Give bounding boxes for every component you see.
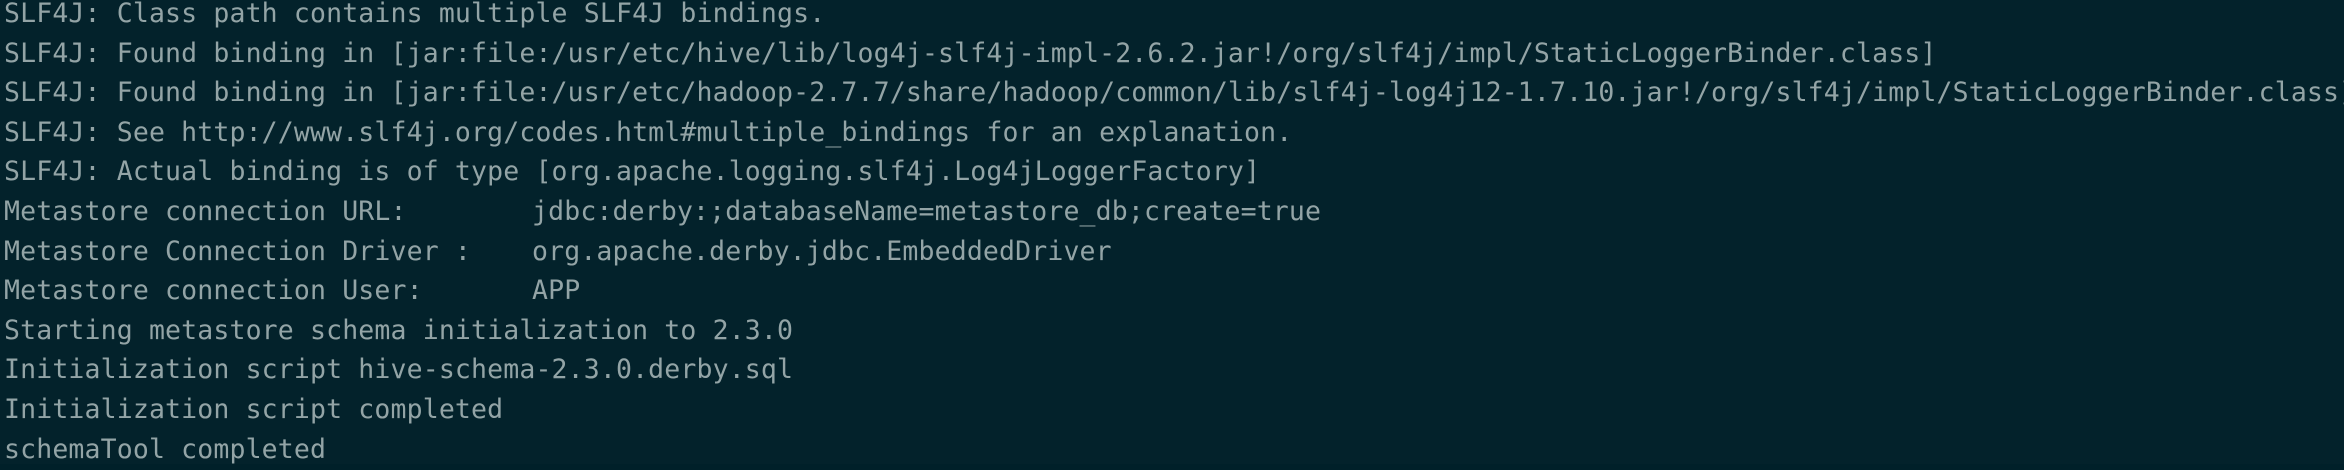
metastore-user-line: Metastore connection User: APP [4, 271, 2344, 311]
log-line-slf4j-binding-hadoop: SLF4J: Found binding in [jar:file:/usr/e… [4, 77, 2344, 109]
log-line-init-script: Initialization script hive-schema-2.3.0.… [4, 354, 794, 386]
log-line-schema-init-start: Starting metastore schema initialization… [4, 314, 794, 346]
log-line-slf4j-see-url: SLF4J: See http://www.slf4j.org/codes.ht… [4, 116, 1293, 148]
log-line-slf4j-multiple-bindings: SLF4J: Class path contains multiple SLF4… [4, 0, 826, 29]
metastore-driver-label: Metastore Connection Driver : [4, 235, 472, 267]
metastore-driver-line: Metastore Connection Driver : org.apache… [4, 232, 2344, 272]
log-line-slf4j-binding-hive: SLF4J: Found binding in [jar:file:/usr/e… [4, 37, 1937, 69]
metastore-user-value: APP [532, 275, 581, 307]
terminal-output[interactable]: SLF4J: Class path contains multiple SLF4… [0, 0, 2344, 465]
log-line-slf4j-actual-binding: SLF4J: Actual binding is of type [org.ap… [4, 156, 1261, 188]
metastore-url-value: jdbc:derby:;databaseName=metastore_db;cr… [532, 195, 1322, 227]
metastore-url-line: Metastore connection URL: jdbc:derby:;da… [4, 192, 2344, 232]
metastore-url-label: Metastore connection URL: [4, 195, 407, 227]
log-line-init-completed: Initialization script completed [4, 393, 504, 425]
metastore-driver-value: org.apache.derby.jdbc.EmbeddedDriver [532, 235, 1112, 267]
metastore-user-label: Metastore connection User: [4, 275, 423, 307]
log-line-schematool-completed: schemaTool completed [4, 433, 327, 465]
